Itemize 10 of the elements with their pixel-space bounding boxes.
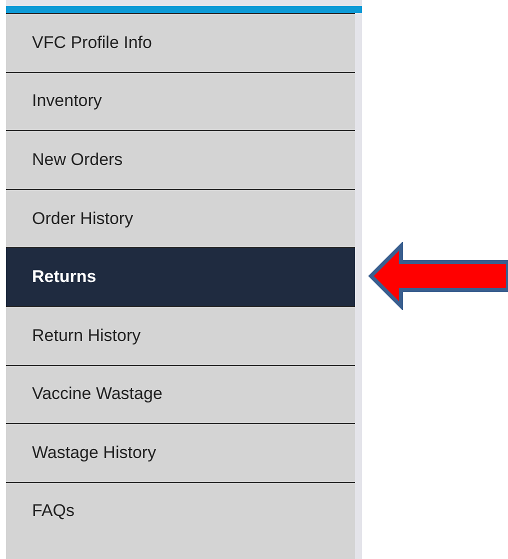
menu-item[interactable]: FAQs	[6, 482, 355, 559]
menu-item[interactable]: Wastage History	[6, 423, 355, 482]
menu-item[interactable]: New Orders	[6, 130, 355, 189]
menu-item[interactable]: Returns	[6, 247, 355, 306]
arrow-icon	[368, 242, 508, 310]
menu-item[interactable]: VFC Profile Info	[6, 13, 355, 72]
menu-item[interactable]: Return History	[6, 306, 355, 365]
menu-item[interactable]: Vaccine Wastage	[6, 364, 355, 424]
menu-item[interactable]: Inventory	[6, 72, 355, 130]
menu-item[interactable]: Order History	[6, 188, 355, 248]
